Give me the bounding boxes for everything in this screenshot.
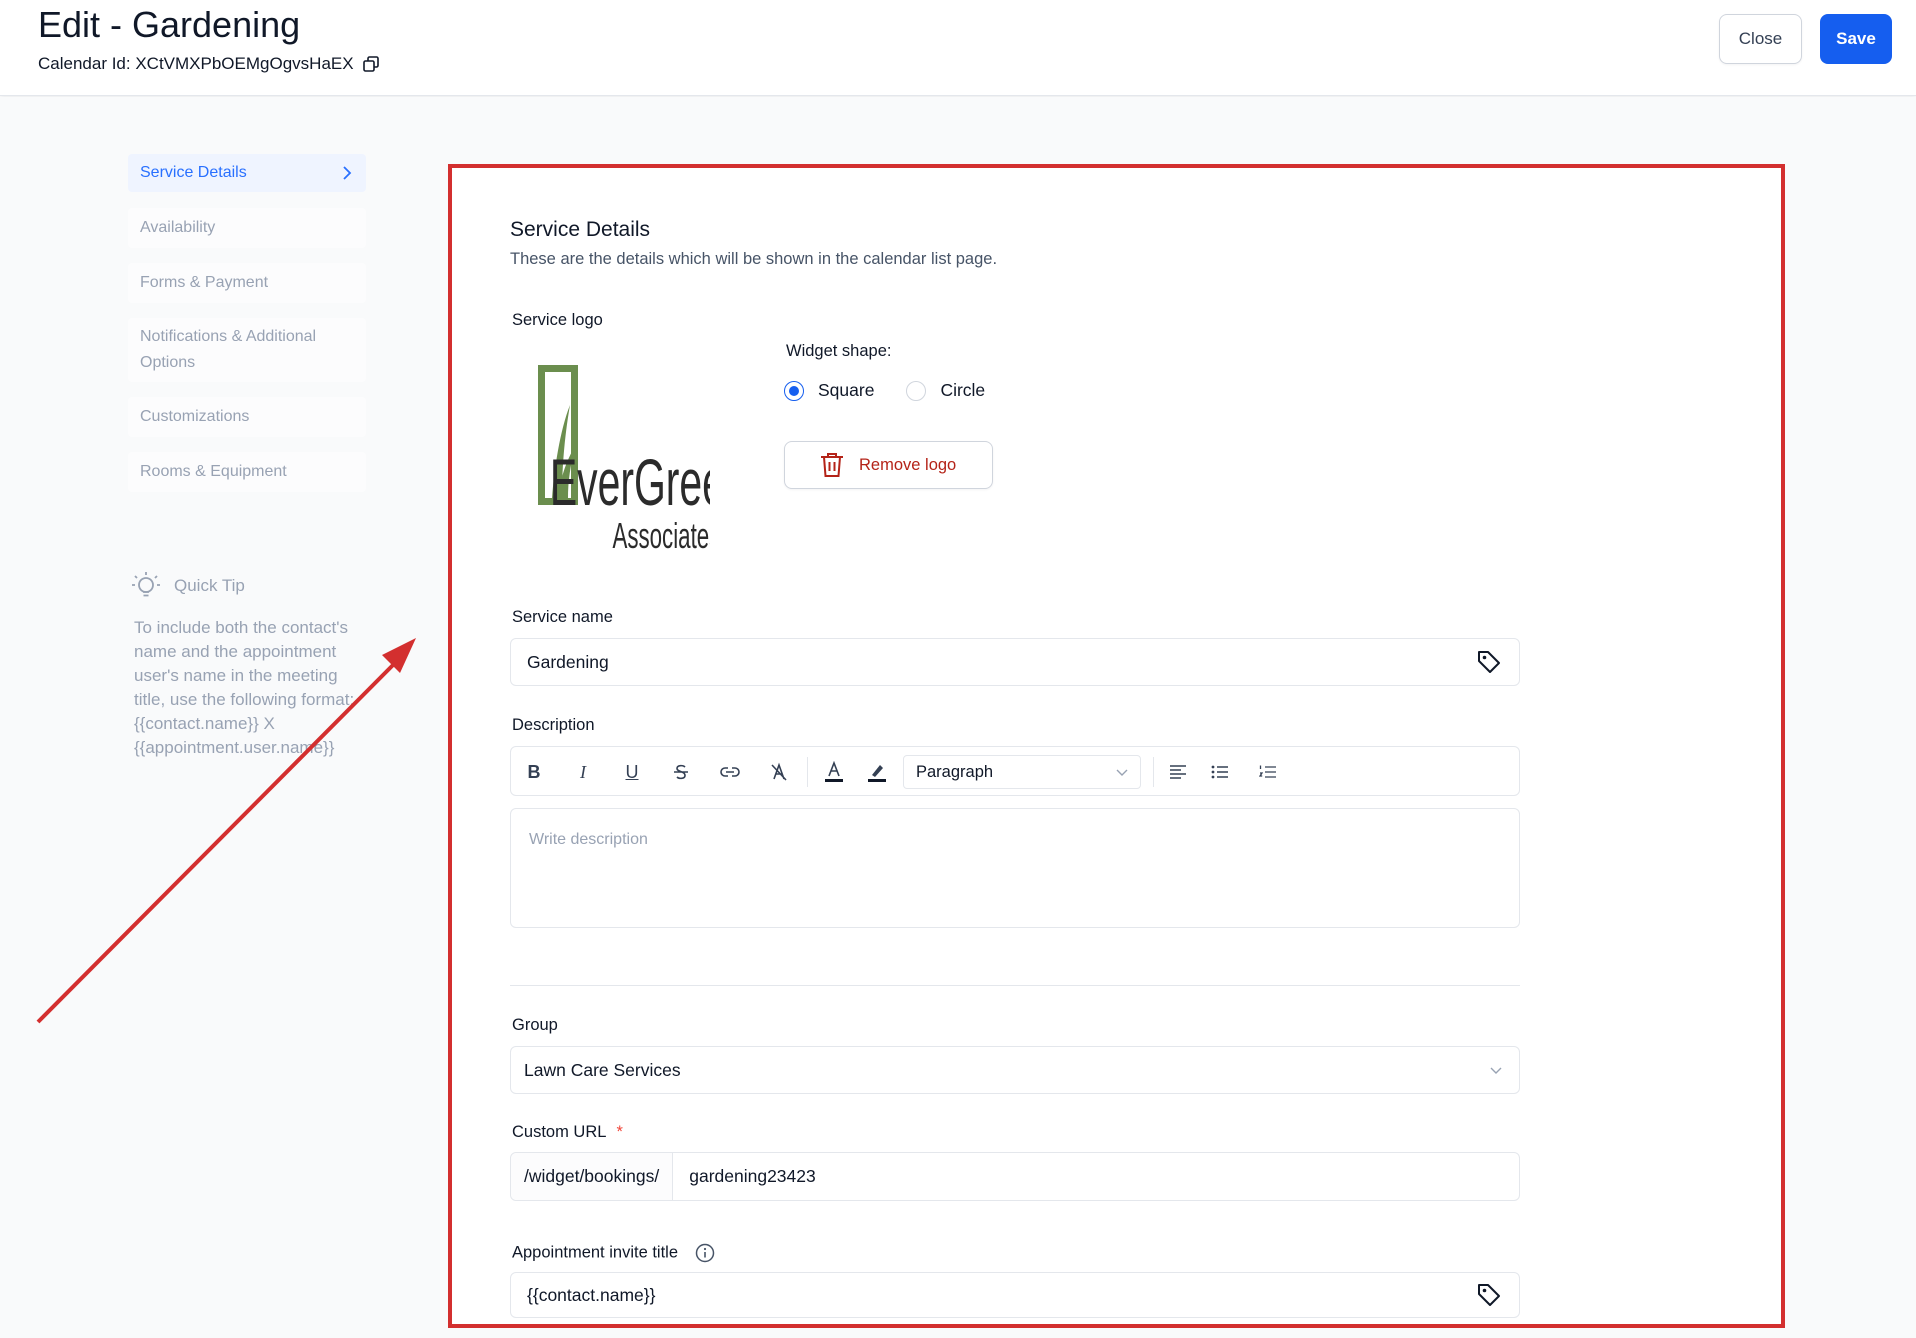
quick-tip-header: Quick Tip bbox=[130, 570, 245, 602]
invite-title-label: Appointment invite title bbox=[512, 1243, 715, 1263]
remove-logo-button[interactable]: Remove logo bbox=[784, 441, 993, 489]
sidebar-item-service-details[interactable]: Service Details bbox=[128, 154, 366, 192]
sidebar-item-label: Service Details bbox=[140, 164, 247, 181]
text-color-button[interactable] bbox=[821, 759, 847, 785]
invite-title-value: {{contact.name}} bbox=[527, 1284, 656, 1305]
section-divider bbox=[510, 985, 1520, 986]
info-icon[interactable] bbox=[695, 1243, 715, 1263]
bullet-list-icon bbox=[1211, 765, 1228, 779]
italic-button[interactable]: I bbox=[570, 759, 596, 785]
sidebar-item-customizations[interactable]: Customizations bbox=[128, 397, 366, 437]
group-select-value: Lawn Care Services bbox=[524, 1059, 681, 1080]
copy-icon[interactable] bbox=[362, 55, 380, 73]
paragraph-select-value: Paragraph bbox=[916, 762, 994, 781]
service-name-input[interactable]: Gardening bbox=[510, 638, 1520, 686]
calendar-id: Calendar Id: XCtVMXPbOEMgOgvsHaEX bbox=[38, 54, 380, 74]
page-header: Edit - Gardening Calendar Id: XCtVMXPbOE… bbox=[0, 0, 1916, 96]
save-button[interactable]: Save bbox=[1820, 14, 1892, 64]
chevron-right-icon bbox=[343, 166, 352, 180]
radio-circle[interactable] bbox=[906, 380, 927, 401]
required-indicator: * bbox=[616, 1123, 623, 1141]
toolbar-divider bbox=[807, 757, 808, 787]
paragraph-select[interactable]: Paragraph bbox=[903, 755, 1141, 789]
chevron-down-icon bbox=[1490, 1067, 1502, 1074]
custom-url-label-text: Custom URL bbox=[512, 1123, 607, 1141]
custom-url-value: gardening23423 bbox=[689, 1166, 816, 1186]
widget-shape-options: Square Circle bbox=[784, 380, 985, 401]
sidebar-item-availability[interactable]: Availability bbox=[128, 208, 366, 248]
quick-tip-text: To include both the contact's name and t… bbox=[134, 618, 355, 757]
radio-square-label: Square bbox=[818, 380, 875, 400]
close-button[interactable]: Close bbox=[1719, 14, 1802, 64]
bold-button[interactable]: B bbox=[521, 759, 547, 785]
sidebar-item-label: Rooms & Equipment bbox=[140, 463, 287, 480]
description-textarea[interactable]: Write description bbox=[510, 808, 1520, 928]
section-subtitle: These are the details which will be show… bbox=[510, 250, 998, 268]
sidebar-item-label: Forms & Payment bbox=[140, 274, 269, 291]
sidebar-item-notifications[interactable]: Notifications & Additional Options bbox=[128, 318, 366, 382]
group-select[interactable]: Lawn Care Services bbox=[510, 1046, 1520, 1094]
numbered-list-icon bbox=[1259, 765, 1276, 778]
trash-icon bbox=[821, 453, 843, 477]
clear-format-button[interactable] bbox=[766, 759, 792, 785]
description-label: Description bbox=[512, 716, 595, 734]
toolbar-divider bbox=[1153, 757, 1154, 787]
invite-title-label-text: Appointment invite title bbox=[512, 1243, 679, 1262]
group-label: Group bbox=[512, 1016, 558, 1034]
quick-tip-title: Quick Tip bbox=[174, 576, 245, 595]
service-logo-label: Service logo bbox=[512, 311, 603, 329]
chevron-down-icon bbox=[1116, 769, 1128, 776]
custom-url-prefix: /widget/bookings/ bbox=[511, 1153, 674, 1200]
custom-url-label: Custom URL * bbox=[512, 1123, 623, 1142]
bullet-list-button[interactable] bbox=[1207, 759, 1233, 785]
numbered-list-button[interactable] bbox=[1255, 759, 1281, 785]
remove-logo-label: Remove logo bbox=[859, 455, 957, 474]
sidebar-item-label: Notifications & Additional Options bbox=[140, 328, 317, 371]
calendar-id-text: Calendar Id: XCtVMXPbOEMgOgvsHaEX bbox=[38, 54, 354, 73]
highlight-button[interactable] bbox=[864, 759, 890, 785]
link-button[interactable] bbox=[717, 759, 743, 785]
radio-square[interactable] bbox=[784, 380, 804, 401]
description-placeholder: Write description bbox=[529, 831, 648, 848]
link-icon bbox=[720, 767, 740, 777]
service-name-label: Service name bbox=[512, 608, 613, 626]
highlighter-icon bbox=[868, 765, 886, 782]
editor-toolbar: B I U Paragraph bbox=[510, 746, 1520, 796]
lightbulb-icon bbox=[132, 572, 160, 597]
text-color-icon bbox=[825, 761, 843, 782]
service-logo-image: EverGreen Associates bbox=[538, 365, 710, 550]
tag-icon[interactable] bbox=[1475, 648, 1503, 676]
underline-button[interactable]: U bbox=[619, 759, 645, 785]
custom-url-input[interactable]: /widget/bookings/ gardening23423 bbox=[510, 1152, 1520, 1201]
tag-icon[interactable] bbox=[1475, 1281, 1503, 1309]
align-left-icon bbox=[1170, 765, 1186, 779]
sidebar-item-label: Customizations bbox=[140, 408, 250, 425]
strikethrough-icon bbox=[674, 764, 688, 780]
logo-brand-tagline: Associates bbox=[612, 517, 710, 550]
align-button[interactable] bbox=[1165, 759, 1191, 785]
section-title: Service Details bbox=[510, 218, 651, 241]
invite-title-input[interactable]: {{contact.name}} bbox=[510, 1272, 1520, 1318]
service-name-value: Gardening bbox=[527, 651, 609, 672]
clear-format-icon bbox=[771, 762, 787, 781]
logo-brand-name: EverGreen bbox=[550, 445, 710, 520]
radio-circle-label: Circle bbox=[940, 380, 986, 400]
sidebar-item-rooms-equipment[interactable]: Rooms & Equipment bbox=[128, 452, 366, 492]
strikethrough-button[interactable] bbox=[668, 759, 694, 785]
page-title: Edit - Gardening bbox=[38, 4, 301, 45]
sidebar-item-forms-payment[interactable]: Forms & Payment bbox=[128, 263, 366, 303]
sidebar-item-label: Availability bbox=[140, 219, 216, 236]
widget-shape-label: Widget shape: bbox=[786, 342, 892, 360]
